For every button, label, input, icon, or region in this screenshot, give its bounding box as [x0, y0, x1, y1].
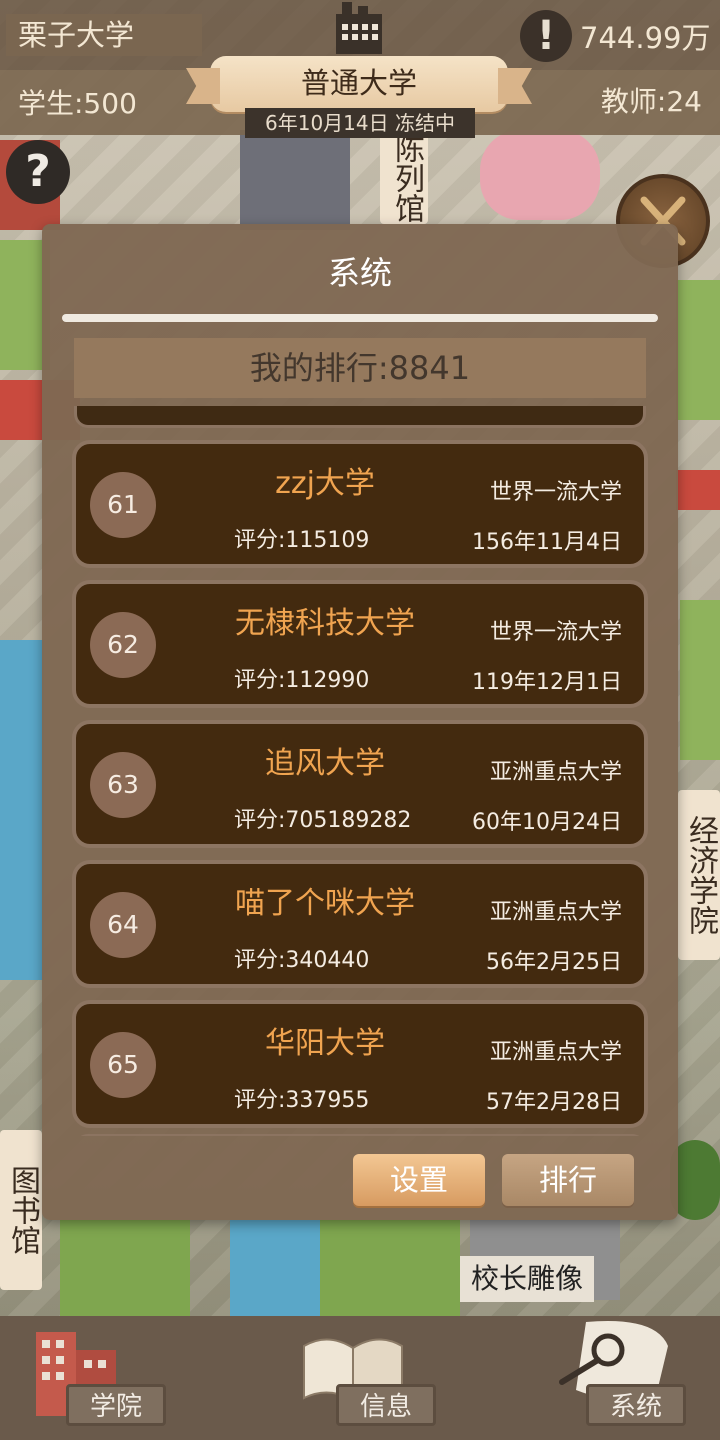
grass-patch: [680, 600, 720, 760]
help-button[interactable]: ?: [6, 140, 70, 204]
game-date-status: 6年10月14日 冻结中: [245, 108, 475, 138]
founded-date: 56年2月25日: [486, 950, 622, 975]
university-name: 追风大学: [265, 746, 385, 781]
tier: 世界一流大学: [489, 620, 622, 645]
university-name: zzj大学: [275, 466, 375, 501]
score: 评分:337955: [234, 1088, 370, 1113]
dialog-title: 系统: [327, 254, 392, 292]
university-level-banner: 普通大学: [210, 56, 508, 112]
tier: 亚洲重点大学: [489, 760, 622, 785]
canal-bottom: [230, 1220, 320, 1316]
founded-date: 60年10月24日: [472, 810, 622, 835]
score: 评分:115109: [234, 528, 370, 553]
partial-row-top: [74, 406, 646, 428]
bottom-navigation: 学院 信息 系统: [0, 1316, 720, 1440]
cherry-trees: [480, 130, 600, 220]
rank-badge: 65: [90, 1032, 156, 1098]
founded-date: 119年12月1日: [472, 670, 622, 695]
score: 评分:112990: [234, 668, 370, 693]
settings-button[interactable]: 设置: [353, 1154, 485, 1206]
nav-system-button[interactable]: 系统: [586, 1384, 686, 1426]
ranking-row[interactable]: 63 追风大学 评分:705189282 亚洲重点大学 60年10月24日: [70, 720, 650, 852]
grass-patch: [676, 280, 720, 420]
rank-badge: 61: [90, 472, 156, 538]
canal: [0, 640, 44, 980]
factory-icon: [336, 2, 382, 54]
founded-date: 57年2月28日: [486, 1090, 622, 1115]
university-name: 无棣科技大学: [235, 606, 415, 641]
score: 评分:705189282: [234, 808, 412, 833]
university-name: 喵了个咪大学: [235, 886, 415, 921]
nav-college-button[interactable]: 学院: [66, 1384, 166, 1426]
founded-date: 156年11月4日: [472, 530, 622, 555]
score: 评分:340440: [234, 948, 370, 973]
money-display: ! 744.99万: [520, 8, 710, 63]
running-track: [676, 470, 720, 510]
ranking-row[interactable]: 64 喵了个咪大学 评分:340440 亚洲重点大学 56年2月25日: [70, 860, 650, 992]
university-name[interactable]: 栗子大学: [6, 14, 202, 56]
library-label[interactable]: 图书馆: [0, 1130, 42, 1290]
rank-badge: 64: [90, 892, 156, 958]
partial-row-bottom: [74, 1134, 646, 1136]
ranking-list[interactable]: 61 zzj大学 评分:115109 世界一流大学 156年11月4日 62 无…: [70, 406, 650, 1136]
tier: 亚洲重点大学: [489, 900, 622, 925]
ranking-row[interactable]: 65 华阳大学 评分:337955 亚洲重点大学 57年2月28日: [70, 1000, 650, 1132]
my-rank: 我的排行:8841: [74, 338, 646, 398]
office-tower: [240, 130, 350, 230]
nav-info-button[interactable]: 信息: [336, 1384, 436, 1426]
rank-badge: 62: [90, 612, 156, 678]
grass-strip: [60, 1220, 190, 1316]
title-divider: [62, 314, 658, 322]
top-status-bar: 栗子大学 ! 744.99万 学生:500 教师:24 普通大学 6年10月14…: [0, 0, 720, 138]
teacher-count: 教师:24: [600, 85, 702, 118]
grass-strip: [320, 1220, 460, 1316]
rank-badge: 63: [90, 752, 156, 818]
tier: 亚洲重点大学: [489, 1040, 622, 1065]
system-dialog: 系统 我的排行:8841 61 zzj大学 评分:115109 世界一流大学 1…: [42, 224, 678, 1220]
principal-statue-label[interactable]: 校长雕像: [460, 1256, 594, 1302]
ranking-button[interactable]: 排行: [502, 1154, 634, 1206]
exhibition-hall-label[interactable]: 陈列馆: [380, 132, 428, 224]
money-value: 744.99万: [580, 20, 711, 55]
ranking-row[interactable]: 61 zzj大学 评分:115109 世界一流大学 156年11月4日: [70, 440, 650, 572]
university-name: 华阳大学: [265, 1026, 385, 1061]
student-count: 学生:500: [18, 87, 137, 120]
ranking-row[interactable]: 62 无棣科技大学 评分:112990 世界一流大学 119年12月1日: [70, 580, 650, 712]
economics-college-label[interactable]: 经济学院: [678, 790, 720, 960]
alert-icon[interactable]: !: [520, 9, 572, 62]
tier: 世界一流大学: [489, 480, 622, 505]
